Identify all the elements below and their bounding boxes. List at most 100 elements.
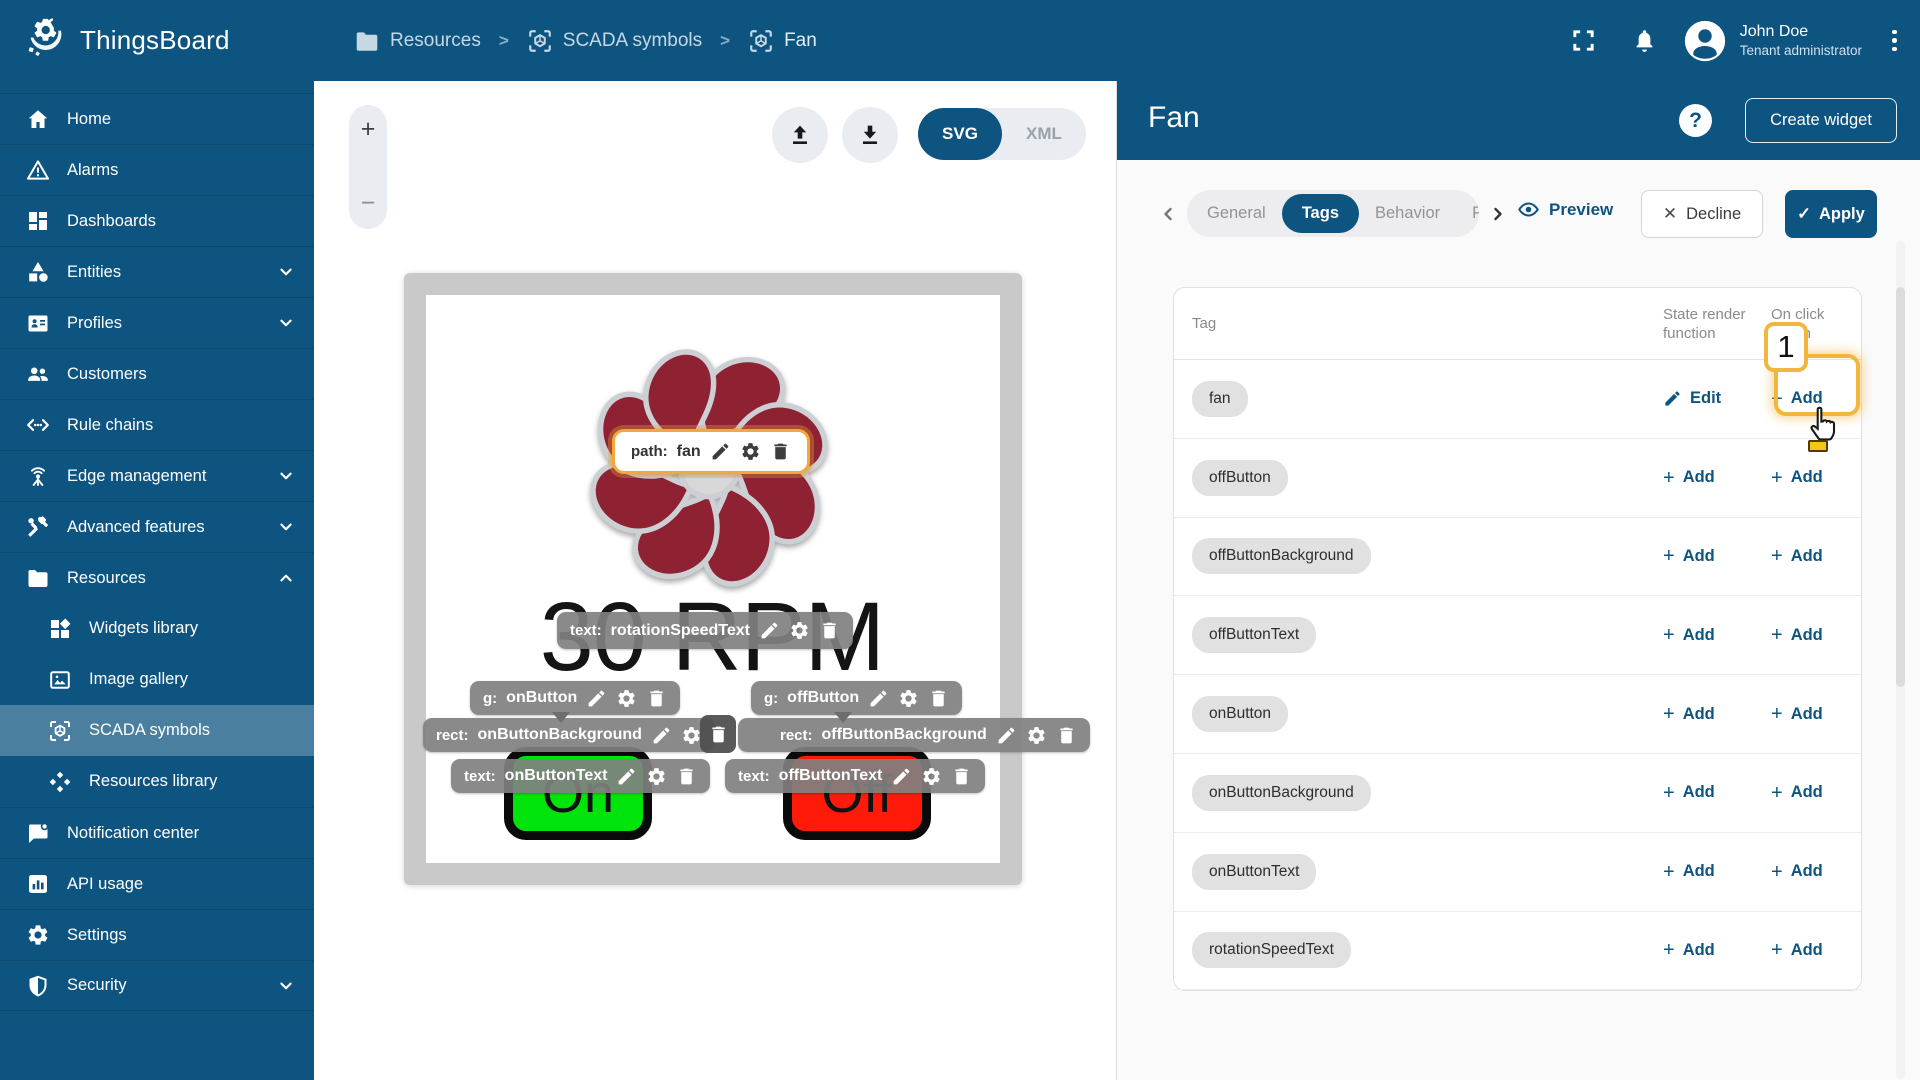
gear-icon[interactable] — [681, 725, 702, 746]
app-logo[interactable]: ThingsBoard — [0, 0, 314, 81]
trash-icon[interactable] — [1056, 725, 1077, 746]
tag-chip: offButtonText — [1192, 617, 1317, 654]
edit-icon[interactable] — [996, 725, 1017, 746]
tabs-scroll-right-icon[interactable] — [1487, 203, 1509, 225]
trash-icon[interactable] — [676, 766, 697, 787]
sidebar-item-dashboards[interactable]: Dashboards — [0, 195, 314, 246]
zoom-in-button[interactable]: + — [361, 117, 376, 142]
fullscreen-icon[interactable] — [1570, 27, 1597, 54]
state-render-add-button[interactable]: + Add — [1663, 546, 1715, 566]
zoom-out-button[interactable]: − — [361, 191, 376, 216]
state-render-add-button[interactable]: + Add — [1663, 783, 1715, 803]
breadcrumb-scada-symbols[interactable]: SCADA symbols — [527, 28, 702, 54]
sidebar-item-edge-management[interactable]: Edge management — [0, 450, 314, 501]
sidebar-item-entities[interactable]: Entities — [0, 246, 314, 297]
trash-icon[interactable] — [928, 688, 949, 709]
on-click-add-button[interactable]: + Add — [1771, 468, 1823, 488]
kebab-menu-icon[interactable] — [1888, 24, 1897, 58]
table-row: offButtonBackground + Add + Add — [1174, 518, 1861, 597]
edit-icon[interactable] — [891, 766, 912, 787]
state-render-add-button[interactable]: + Add — [1663, 704, 1715, 724]
sidebar-item-widgets-library[interactable]: Widgets library — [0, 603, 314, 654]
tab-properties[interactable]: Properties — [1456, 204, 1479, 223]
sidebar-item-alarms[interactable]: Alarms — [0, 144, 314, 195]
sidebar-item-notification-center[interactable]: Notification center — [0, 807, 314, 858]
gear-icon[interactable] — [921, 766, 942, 787]
trash-icon[interactable] — [951, 766, 972, 787]
on-click-add-button[interactable]: + Add — [1771, 862, 1823, 882]
element-tag-off-button-text[interactable]: text: offButtonText — [725, 759, 986, 793]
edit-icon[interactable] — [586, 688, 607, 709]
tab-general[interactable]: General — [1191, 204, 1282, 223]
top-bar-actions: John Doe Tenant administrator — [1570, 0, 1897, 81]
state-render-add-button[interactable]: + Add — [1663, 940, 1715, 960]
create-widget-button[interactable]: Create widget — [1745, 98, 1897, 143]
on-click-add-button[interactable]: + Add — [1771, 389, 1823, 409]
toggle-xml[interactable]: XML — [1002, 124, 1086, 144]
on-click-add-button[interactable]: + Add — [1771, 546, 1823, 566]
element-tag-on-button-background[interactable]: rect: onButtonBackground — [423, 718, 715, 752]
trash-icon[interactable] — [646, 688, 667, 709]
sidebar-item-advanced-features[interactable]: Advanced features — [0, 501, 314, 552]
breadcrumb-resources[interactable]: Resources — [354, 28, 481, 54]
edit-icon[interactable] — [616, 766, 637, 787]
state-render-edit-button[interactable]: Edit — [1663, 389, 1721, 408]
gear-icon[interactable] — [1026, 725, 1047, 746]
sidebar-item-resources-library[interactable]: Resources library — [0, 756, 314, 807]
trash-icon[interactable] — [770, 441, 791, 462]
element-tag-rotation-speed-text[interactable]: text: rotationSpeedText — [557, 612, 853, 649]
sidebar-item-settings[interactable]: Settings — [0, 909, 314, 960]
gear-icon[interactable] — [740, 441, 761, 462]
avatar[interactable] — [1682, 18, 1728, 64]
trash-icon[interactable] — [819, 620, 840, 641]
edit-icon[interactable] — [868, 688, 889, 709]
sidebar-item-profiles[interactable]: Profiles — [0, 297, 314, 348]
trash-icon[interactable] — [700, 715, 736, 753]
breadcrumb-separator: > — [498, 30, 509, 50]
tabs-scroll-left-icon[interactable] — [1157, 203, 1179, 225]
on-click-add-button[interactable]: + Add — [1771, 940, 1823, 960]
gear-icon[interactable] — [646, 766, 667, 787]
on-click-add-button[interactable]: + Add — [1771, 625, 1823, 645]
element-tag-off-button-background[interactable]: rect: offButtonBackground — [738, 718, 1090, 752]
state-render-add-button[interactable]: + Add — [1663, 625, 1715, 645]
preview-button[interactable]: Preview — [1517, 198, 1613, 221]
user-menu[interactable]: John Doe Tenant administrator — [1740, 22, 1862, 60]
element-tag-on-button-text[interactable]: text: onButtonText — [451, 759, 711, 793]
upload-button[interactable] — [772, 107, 828, 163]
gear-icon[interactable] — [616, 688, 637, 709]
sidebar-item-rule-chains[interactable]: Rule chains — [0, 399, 314, 450]
notifications-bell-icon[interactable] — [1631, 27, 1658, 54]
on-click-add-button[interactable]: + Add — [1771, 704, 1823, 724]
sidebar-item-home[interactable]: Home — [0, 93, 314, 144]
edit-icon[interactable] — [710, 441, 731, 462]
sidebar-item-customers[interactable]: Customers — [0, 348, 314, 399]
element-tag-off-button[interactable]: g: offButton — [751, 681, 963, 715]
download-button[interactable] — [842, 107, 898, 163]
decline-button[interactable]: ✕ Decline — [1641, 190, 1763, 238]
sidebar-item-api-usage[interactable]: API usage — [0, 858, 314, 909]
gear-icon[interactable] — [898, 688, 919, 709]
toggle-svg[interactable]: SVG — [918, 108, 1002, 160]
sidebar-item-scada-symbols[interactable]: SCADA symbols — [0, 705, 314, 756]
state-render-add-button[interactable]: + Add — [1663, 862, 1715, 882]
element-tag-fan[interactable]: path: fan — [612, 429, 810, 474]
element-tag-on-button[interactable]: g: onButton — [470, 681, 681, 715]
chevron-up-icon — [276, 568, 296, 588]
edit-icon[interactable] — [759, 620, 780, 641]
sidebar-item-security[interactable]: Security — [0, 960, 314, 1011]
sidebar-item-resources[interactable]: Resources — [0, 552, 314, 603]
pointer-triangle — [552, 712, 570, 723]
tab-tags[interactable]: Tags — [1281, 194, 1359, 233]
tab-behavior[interactable]: Behavior — [1359, 204, 1456, 223]
sidebar-item-image-gallery[interactable]: Image gallery — [0, 654, 314, 705]
apply-button[interactable]: ✓ Apply — [1785, 190, 1877, 238]
panel-scrollbar-thumb[interactable] — [1896, 287, 1905, 687]
gear-icon[interactable] — [789, 620, 810, 641]
help-icon[interactable]: ? — [1679, 104, 1712, 137]
table-row: rotationSpeedText + Add + Add — [1174, 912, 1861, 991]
edit-icon[interactable] — [651, 725, 672, 746]
on-click-add-button[interactable]: + Add — [1771, 783, 1823, 803]
state-render-add-button[interactable]: + Add — [1663, 468, 1715, 488]
zoom-control: + − — [349, 105, 387, 229]
